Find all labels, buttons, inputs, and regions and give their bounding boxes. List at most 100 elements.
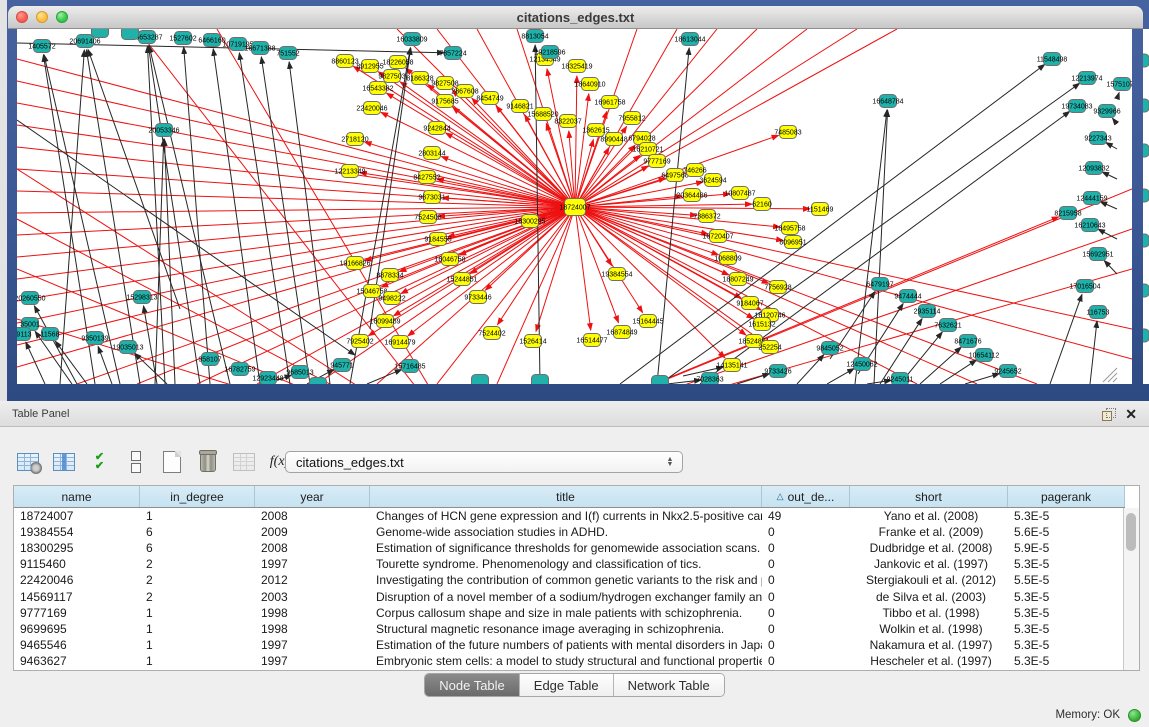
network-node[interactable]: 15298313	[126, 291, 157, 304]
resize-grip-icon[interactable]	[1108, 373, 1117, 382]
table-row[interactable]: 969969511998Structural magnetic resonanc…	[14, 621, 1125, 637]
network-node[interactable]: 12450062	[846, 358, 877, 371]
network-node[interactable]: 15751074	[1106, 78, 1132, 91]
cited-node[interactable]: 3624594	[699, 174, 726, 187]
table-row[interactable]: 1872400712008Changes of HCN gene express…	[14, 508, 1125, 524]
row-options-button[interactable]	[122, 448, 149, 476]
network-node[interactable]: 20260550	[17, 292, 46, 305]
cited-node[interactable]: 16099489	[369, 315, 400, 328]
tab-edge-table[interactable]: Edge Table	[520, 674, 614, 696]
clipped-network-node[interactable]	[1143, 144, 1149, 157]
citation-edge-red[interactable]	[472, 269, 1132, 384]
table-selector-dropdown[interactable]: citations_edges.txt ▲▼	[285, 451, 683, 473]
clipped-network-node[interactable]	[1143, 284, 1149, 297]
network-node[interactable]: 20053346	[148, 124, 179, 137]
citation-edge-black[interactable]	[1106, 143, 1117, 149]
cited-node[interactable]: 2803144	[418, 147, 445, 160]
citation-edge-red[interactable]	[575, 29, 757, 207]
network-node[interactable]: 8813054	[521, 30, 548, 43]
citation-edge-black[interactable]	[144, 306, 157, 384]
cited-node[interactable]: 7524402	[478, 327, 505, 340]
citation-edge-black[interactable]	[60, 50, 84, 384]
table-row[interactable]: 1938455462009Genome-wide association stu…	[14, 524, 1125, 540]
citation-edge-black[interactable]	[1050, 294, 1082, 384]
table-row[interactable]: 1456911722003Disruption of a novel membe…	[14, 588, 1125, 604]
cited-node[interactable]: 252254	[758, 341, 781, 354]
column-header-out_de...[interactable]: △out_de...	[762, 486, 850, 507]
resize-grip-icon[interactable]	[1113, 378, 1117, 382]
cited-node[interactable]: 16914479	[384, 336, 415, 349]
network-node[interactable]: 17016504	[1069, 280, 1100, 293]
cited-node[interactable]: 19384554	[601, 268, 632, 281]
new-table-button[interactable]	[158, 448, 185, 476]
cited-node[interactable]: 2718120	[341, 133, 368, 146]
table-row[interactable]: 977716911998Corpus callosum shape and si…	[14, 605, 1125, 621]
float-panel-icon[interactable]	[1102, 408, 1115, 420]
clipped-network-node[interactable]	[1143, 189, 1149, 202]
column-header-in_degree[interactable]: in_degree	[140, 486, 255, 507]
citation-edge-black[interactable]	[827, 368, 854, 384]
network-node[interactable]: 18613044	[674, 33, 705, 46]
network-node[interactable]	[652, 376, 669, 385]
citation-edge-red[interactable]	[575, 207, 1132, 329]
close-panel-icon[interactable]: ✕	[1125, 408, 1137, 420]
citation-edge-black[interactable]	[98, 346, 112, 384]
citation-edge-black[interactable]	[1090, 321, 1097, 384]
cited-node[interactable]: 7955812	[618, 112, 645, 125]
cited-node[interactable]: 1068809	[714, 252, 741, 265]
citation-edge-black[interactable]	[184, 47, 210, 384]
secondary-network-view-sliver[interactable]	[1143, 29, 1149, 384]
cited-node[interactable]: 9175685	[431, 95, 458, 108]
citation-edge-black[interactable]	[1104, 261, 1117, 274]
network-node[interactable]: 7028363	[696, 373, 723, 385]
citation-edge-red[interactable]	[575, 207, 591, 330]
network-node[interactable]: 116753	[1087, 306, 1110, 319]
citation-edge-black[interactable]	[797, 355, 824, 384]
citation-edge-red[interactable]	[446, 133, 575, 207]
cited-node[interactable]: 18325419	[561, 60, 592, 73]
table-row[interactable]: 2242004622012Investigating the contribut…	[14, 572, 1125, 588]
citation-edge-red[interactable]	[575, 94, 589, 207]
network-node[interactable]: 12093832	[1078, 162, 1109, 175]
network-node[interactable]: 9227343	[1084, 132, 1111, 145]
cited-node[interactable]: 9242844	[423, 122, 450, 135]
citation-edge-black[interactable]	[1117, 93, 1119, 99]
citation-edge-red[interactable]	[575, 76, 577, 207]
network-node[interactable]: 19035013	[112, 341, 143, 354]
cited-node[interactable]: 7524508	[414, 211, 441, 224]
cited-node[interactable]: 10807487	[724, 187, 755, 200]
tab-node-table[interactable]: Node Table	[425, 674, 520, 696]
cited-node[interactable]: 16543382	[362, 82, 393, 95]
table-row[interactable]: 946362711997Embryonic stem cells: a mode…	[14, 653, 1125, 669]
cited-node[interactable]: 9827503	[378, 70, 405, 83]
cited-node[interactable]: 62160	[752, 198, 772, 211]
delete-table-button[interactable]	[194, 448, 221, 476]
cited-node[interactable]: 8454749	[476, 92, 503, 105]
citation-edge-black[interactable]	[239, 53, 290, 384]
cited-node[interactable]: 8860123	[331, 55, 358, 68]
citation-edge-red[interactable]	[17, 207, 575, 345]
cited-node[interactable]: 15164445	[632, 315, 663, 328]
citation-edge-black[interactable]	[213, 49, 260, 384]
column-header-name[interactable]: name	[14, 486, 140, 507]
column-header-title[interactable]: title	[370, 486, 762, 507]
network-node[interactable]: 19734083	[1061, 100, 1092, 113]
network-node[interactable]: 9350139	[81, 332, 108, 345]
citation-edge-black[interactable]	[1100, 202, 1117, 209]
network-node[interactable]: 15692951	[1082, 248, 1113, 261]
citation-edge-black[interactable]	[367, 369, 402, 384]
network-node[interactable]: 12213974	[1071, 72, 1102, 85]
network-node[interactable]	[122, 29, 139, 40]
citation-edge-black[interactable]	[855, 110, 887, 384]
cited-node[interactable]: 9733446	[464, 291, 491, 304]
network-node[interactable]: 9245011	[887, 373, 914, 385]
network-node[interactable]	[532, 375, 549, 385]
citation-edge-red[interactable]	[575, 207, 810, 209]
citation-edge-black[interactable]	[17, 120, 355, 355]
clipped-network-node[interactable]	[1143, 329, 1149, 342]
network-node[interactable]: 2935114	[914, 305, 941, 318]
cited-node[interactable]: 15244851	[446, 273, 477, 286]
network-node[interactable]: 1405572	[28, 40, 55, 53]
table-settings-button[interactable]	[14, 448, 41, 476]
network-node[interactable]: 751552	[276, 47, 299, 60]
